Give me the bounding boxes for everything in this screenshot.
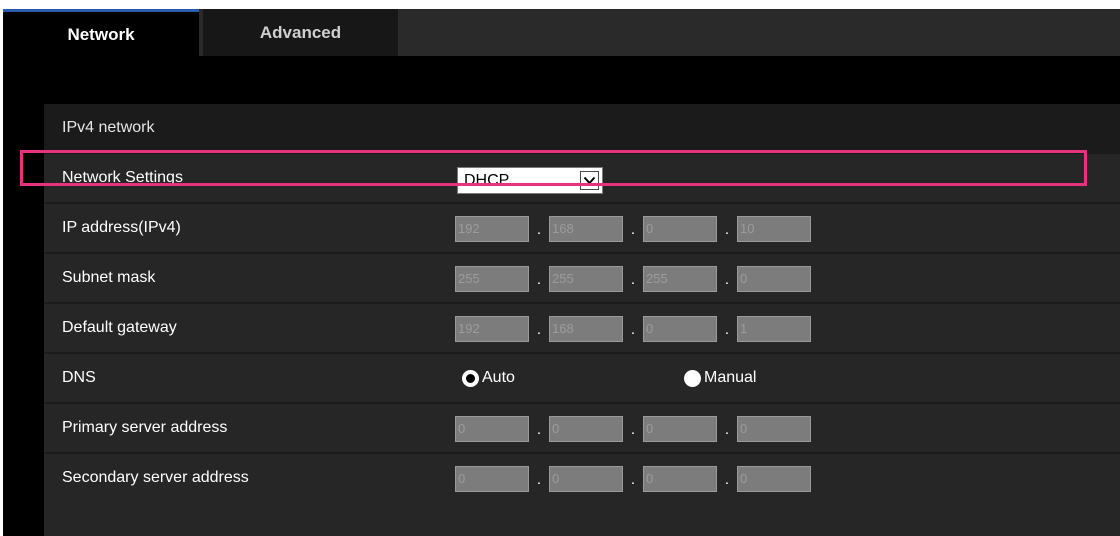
radio-checked-icon	[462, 369, 479, 387]
octet-separator: .	[536, 221, 542, 238]
tab-network[interactable]: Network	[3, 9, 199, 56]
settings-page: Network Advanced IPv4 network Network Se…	[0, 0, 1120, 536]
dns-auto-radio[interactable]: Auto	[462, 366, 515, 390]
default-gateway-octet-3[interactable]: 0	[643, 316, 717, 342]
content-area: IPv4 network Network Settings DHCP IP ad…	[3, 56, 1120, 536]
network-settings-value: DHCP	[436, 154, 1120, 202]
primary-server-octet-2[interactable]: 0	[549, 416, 623, 442]
secondary-server-address-label: Secondary server address	[62, 469, 249, 486]
octet-separator: .	[630, 421, 636, 438]
default-gateway-octet-1[interactable]: 192	[455, 316, 529, 342]
octet-separator: .	[724, 471, 730, 488]
subnet-mask-octet-2[interactable]: 255	[549, 266, 623, 292]
row-secondary-server-address: Secondary server address 0 . 0 . 0 . 0	[44, 454, 1120, 536]
octet-separator: .	[536, 321, 542, 338]
subnet-mask-octet-3[interactable]: 255	[643, 266, 717, 292]
row-subnet-mask: Subnet mask 255 . 255 . 255 . 0	[44, 254, 1120, 302]
default-gateway-label: Default gateway	[62, 319, 177, 336]
secondary-server-octet-2[interactable]: 0	[549, 466, 623, 492]
row-dns: DNS Auto Manual	[44, 354, 1120, 402]
ipv4-network-panel: IPv4 network Network Settings DHCP IP ad…	[44, 104, 1120, 536]
section-title: IPv4 network	[62, 119, 155, 136]
ip-address-octet-4[interactable]: 10	[737, 216, 811, 242]
secondary-server-octet-4[interactable]: 0	[737, 466, 811, 492]
chevron-down-icon	[580, 171, 599, 190]
radio-unchecked-icon	[684, 369, 701, 387]
octet-separator: .	[724, 221, 730, 238]
octet-separator: .	[536, 471, 542, 488]
dns-manual-label: Manual	[704, 369, 757, 386]
ip-address-label: IP address(IPv4)	[62, 219, 181, 236]
network-settings-select[interactable]: DHCP	[457, 167, 603, 194]
row-default-gateway: Default gateway 192 . 168 . 0 . 1	[44, 304, 1120, 352]
ip-address-octet-3[interactable]: 0	[643, 216, 717, 242]
default-gateway-octet-4[interactable]: 1	[737, 316, 811, 342]
primary-server-octet-1[interactable]: 0	[455, 416, 529, 442]
primary-server-address-label: Primary server address	[62, 419, 228, 436]
default-gateway-octet-2[interactable]: 168	[549, 316, 623, 342]
secondary-server-octet-3[interactable]: 0	[643, 466, 717, 492]
tab-bar: Network Advanced	[3, 9, 1120, 56]
octet-separator: .	[630, 221, 636, 238]
octet-separator: .	[536, 421, 542, 438]
octet-separator: .	[724, 321, 730, 338]
octet-separator: .	[630, 271, 636, 288]
ip-address-octet-2[interactable]: 168	[549, 216, 623, 242]
octet-separator: .	[536, 271, 542, 288]
octet-separator: .	[724, 271, 730, 288]
tab-advanced[interactable]: Advanced	[203, 9, 398, 56]
octet-separator: .	[630, 471, 636, 488]
row-primary-server-address: Primary server address 0 . 0 . 0 . 0	[44, 404, 1120, 452]
octet-separator: .	[630, 321, 636, 338]
ip-address-octet-1[interactable]: 192	[455, 216, 529, 242]
row-ip-address: IP address(IPv4) 192 . 168 . 0 . 10	[44, 204, 1120, 252]
primary-server-octet-4[interactable]: 0	[737, 416, 811, 442]
subnet-mask-label: Subnet mask	[62, 269, 156, 286]
dns-manual-radio[interactable]: Manual	[684, 366, 756, 390]
dns-auto-label: Auto	[482, 369, 515, 386]
dns-label: DNS	[62, 369, 96, 386]
octet-separator: .	[724, 421, 730, 438]
row-network-settings: Network Settings DHCP	[44, 154, 1120, 202]
secondary-server-octet-1[interactable]: 0	[455, 466, 529, 492]
subnet-mask-octet-4[interactable]: 0	[737, 266, 811, 292]
primary-server-octet-3[interactable]: 0	[643, 416, 717, 442]
subnet-mask-octet-1[interactable]: 255	[455, 266, 529, 292]
network-settings-label: Network Settings	[62, 169, 183, 186]
network-settings-selected: DHCP	[464, 171, 510, 189]
